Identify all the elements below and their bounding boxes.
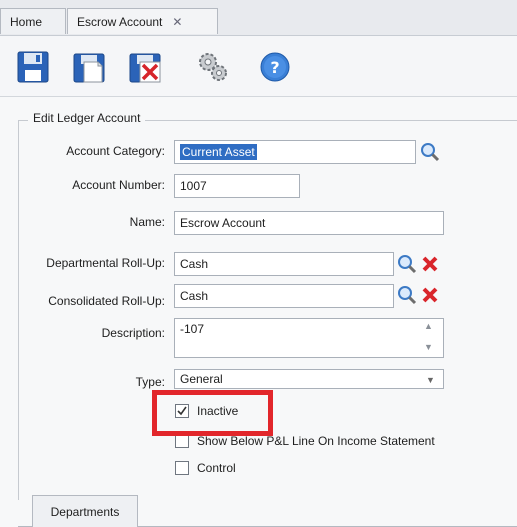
consolidated-rollup-lookup-button[interactable] [396,284,418,306]
tab-escrow-account[interactable]: Escrow Account ✕ [67,8,218,34]
departmental-rollup-clear-button[interactable] [419,253,441,275]
highlight-box [152,390,273,436]
departmental-rollup-label: Departmental Roll-Up: [46,256,165,270]
scroll-up-arrow[interactable]: ▲ [424,321,433,331]
svg-text:?: ? [270,58,279,77]
save-new-icon [73,53,105,83]
name-label: Name: [129,215,165,229]
help-icon: ? [260,52,290,82]
control-checkbox[interactable] [175,461,189,475]
group-title: Edit Ledger Account [28,111,146,125]
search-icon [398,255,417,274]
save-icon [17,51,49,83]
type-value: General [180,372,223,386]
consolidated-rollup-label: Consolidated Roll-Up: [48,294,165,308]
name-value: Escrow Account [180,216,266,230]
show-below-pl-label: Show Below P&L Line On Income Statement [197,434,435,448]
description-textarea[interactable]: -107 [174,318,444,358]
tab-departments-label: Departments [50,504,120,519]
search-icon [421,143,440,162]
save-close-button[interactable] [128,50,162,84]
consolidated-rollup-clear-button[interactable] [419,284,441,306]
account-number-value: 1007 [180,179,207,193]
delete-icon [422,256,438,272]
control-label: Control [197,461,236,475]
description-label: Description: [101,326,165,340]
delete-icon [422,287,438,303]
chevron-down-icon[interactable]: ▼ [426,375,435,385]
account-number-input[interactable]: 1007 [174,174,300,198]
account-number-label: Account Number: [72,178,165,192]
tab-home-label: Home [10,14,43,29]
save-new-button[interactable] [72,50,106,84]
consolidated-rollup-value: Cash [180,289,209,303]
account-category-value: Current Asset [180,144,257,160]
scroll-down-arrow[interactable]: ▼ [424,342,433,352]
save-close-icon [129,53,161,83]
tab-departments[interactable]: Departments [32,495,138,527]
departmental-rollup-lookup-button[interactable] [396,253,418,275]
departmental-rollup-input[interactable]: Cash [174,252,394,276]
settings-button[interactable] [196,50,230,84]
account-category-input[interactable]: Current Asset [174,140,416,164]
gears-icon [199,53,227,81]
tab-bar: Home Escrow Account ✕ [0,0,517,35]
description-value: -107 [180,322,205,336]
name-input[interactable]: Escrow Account [174,211,444,235]
group-border-left [18,120,19,500]
save-button[interactable] [16,50,50,84]
type-select[interactable]: General [174,369,444,389]
consolidated-rollup-input[interactable]: Cash [174,284,394,308]
account-category-lookup-button[interactable] [419,141,441,163]
search-icon [398,286,417,305]
type-label: Type: [135,375,165,389]
tab-escrow-label: Escrow Account [77,14,163,29]
account-category-label: Account Category: [66,144,165,158]
departmental-rollup-value: Cash [180,257,209,271]
help-button[interactable]: ? [258,50,292,84]
toolbar: ? [0,35,517,97]
show-below-pl-checkbox[interactable] [175,434,189,448]
close-icon[interactable]: ✕ [172,15,182,29]
tab-home[interactable]: Home [0,8,66,34]
